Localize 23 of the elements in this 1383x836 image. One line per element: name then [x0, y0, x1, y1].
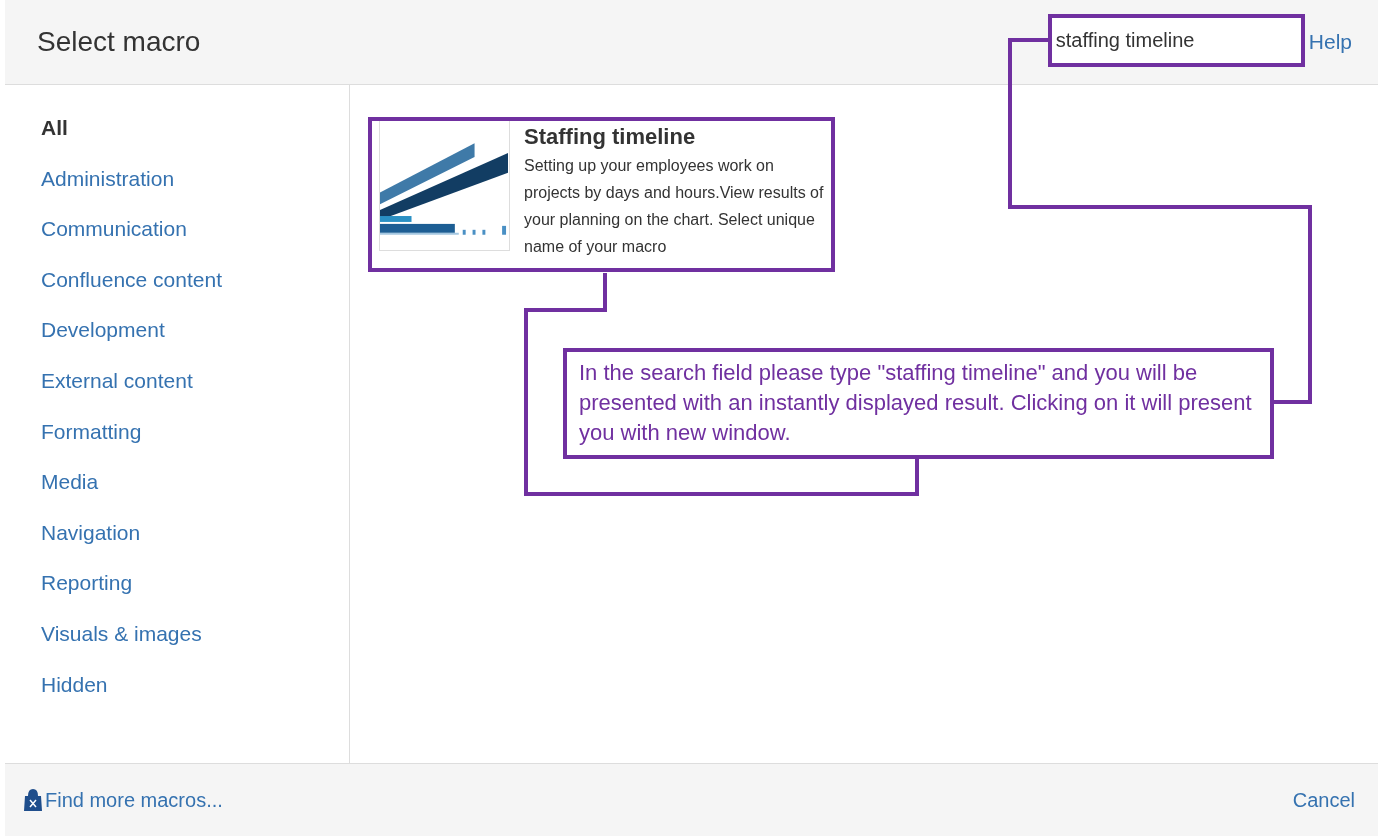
dialog-title: Select macro	[37, 25, 202, 59]
help-link[interactable]: Help	[1308, 26, 1352, 58]
category-link[interactable]: Media	[41, 466, 349, 517]
macro-description: Setting up your employees work on projects by days and hours.View results of your planning on the chart. Select unique name of your macro	[524, 156, 825, 257]
macro-title: Staffing timeline	[524, 123, 697, 151]
category-link[interactable]: Reporting	[41, 567, 349, 618]
bar-chart-icon	[379, 121, 510, 251]
category-link[interactable]: Visuals & images	[41, 617, 349, 669]
macro-card[interactable]: Staffing timeline Setting up your employees work on projects by days and hours.View results of your planning on the chart. Select unique name of your macro	[368, 117, 835, 272]
shopping-bag-icon	[23, 788, 43, 812]
callout-box: In the search field please type "staffing timeline" and you will be presented with an instantly displayed result. Clicking on it will present you with new window.	[563, 348, 1274, 459]
category-link[interactable]: External content	[41, 364, 349, 416]
category-link[interactable]: Confluence content	[41, 263, 349, 315]
cancel-link[interactable]: Cancel	[1292, 785, 1355, 815]
category-link[interactable]: All	[41, 112, 349, 163]
search-field[interactable]: staffing timeline	[1047, 13, 1305, 67]
category-link[interactable]: Communication	[41, 213, 349, 264]
category-link[interactable]: Formatting	[41, 415, 349, 467]
category-link[interactable]: Navigation	[41, 516, 349, 568]
category-link[interactable]: Administration	[41, 162, 349, 214]
category-link[interactable]: Hidden	[41, 668, 349, 720]
category-link[interactable]: Development	[41, 314, 349, 365]
find-more-macros-link[interactable]: Find more macros...	[23, 785, 1293, 815]
